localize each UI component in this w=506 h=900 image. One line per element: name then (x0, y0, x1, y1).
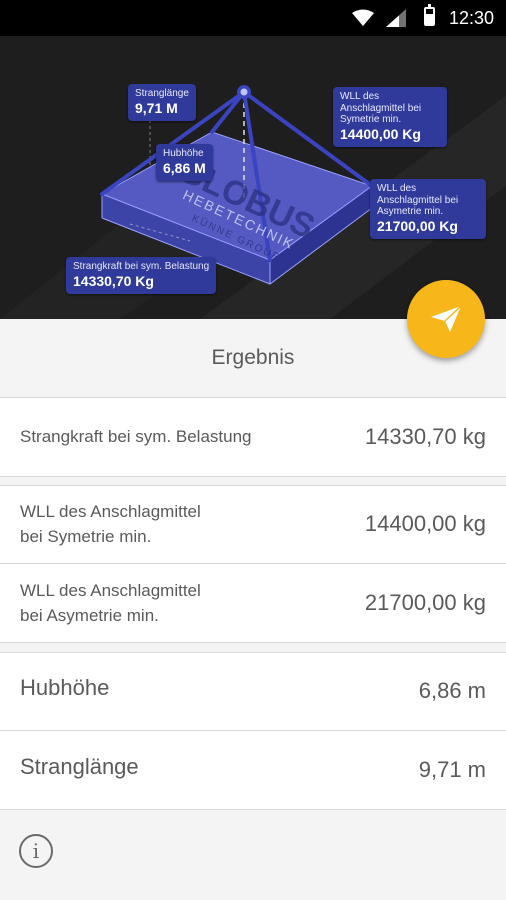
row-label-line2: bei Symetrie min. (20, 527, 152, 546)
bubble-value: 14330,70 Kg (73, 272, 154, 289)
bubble-label: Stranglänge (135, 88, 189, 99)
bubble-wll-sym: WLL des Anschlagmittel bei Symetrie min.… (333, 87, 447, 147)
bubble-value: 9,71 M (135, 99, 178, 116)
bubble-hubhoehe: Hubhöhe 6,86 M (156, 144, 213, 181)
bubble-value: 14400,00 Kg (340, 125, 421, 142)
row-value: 6,86 m (418, 678, 486, 703)
status-time: 12:30 (448, 8, 494, 28)
result-row-wll-asym: WLL des Anschlagmittel bei Asymetrie min… (0, 563, 506, 643)
row-label: WLL des Anschlagmittel bei Asymetrie min… (20, 578, 201, 629)
row-label: Strangkraft bei sym. Belastung (20, 427, 252, 447)
row-label: Hubhöhe (20, 674, 110, 700)
row-value: 21700,00 kg (364, 590, 486, 615)
status-bar: 12:30 (0, 0, 506, 36)
info-icon[interactable]: i (19, 834, 53, 868)
bubble-wll-asym: WLL des Anschlagmittel bei Asymetrie min… (370, 179, 486, 239)
send-icon (431, 305, 462, 332)
bubble-label: WLL des Anschlagmittel bei Symetrie min. (340, 91, 422, 125)
bubble-label: Hubhöhe (163, 148, 204, 159)
row-value: 9,71 m (418, 757, 486, 782)
bubble-label: WLL des Anschlagmittel bei Asymetrie min… (377, 183, 459, 217)
result-row-strangkraft: Strangkraft bei sym. Belastung 14330,70 … (0, 397, 506, 477)
row-value: 14330,70 kg (364, 424, 486, 449)
row-value: 14400,00 kg (364, 511, 486, 536)
result-row-hubhoehe: Hubhöhe 6,86 m (0, 652, 506, 730)
battery-icon (424, 4, 435, 26)
result-row-wll-sym: WLL des Anschlagmittel bei Symetrie min.… (0, 485, 506, 563)
bubble-value: 6,86 M (163, 159, 206, 176)
wifi-icon (352, 9, 374, 26)
bubble-label: Strangkraft bei sym. Belastung (73, 261, 210, 272)
row-label: WLL des Anschlagmittel bei Symetrie min. (20, 499, 201, 550)
row-label-line2: bei Asymetrie min. (20, 606, 159, 625)
lift-diagram: GLOBUS HEBETECHNIK KÜNNE GROUP Stranglän… (0, 36, 506, 319)
bubble-stranglaenge: Stranglänge 9,71 M (128, 84, 196, 121)
bubble-strangkraft: Strangkraft bei sym. Belastung 14330,70 … (66, 257, 217, 294)
row-label-line1: WLL des Anschlagmittel (20, 580, 201, 600)
result-row-stranglaenge: Stranglänge 9,71 m (0, 730, 506, 810)
bubble-value: 21700,00 Kg (377, 217, 458, 234)
send-button[interactable] (407, 280, 485, 358)
row-label-line1: WLL des Anschlagmittel (20, 501, 201, 521)
row-label: Stranglänge (20, 753, 139, 779)
signal-icon (386, 9, 406, 27)
